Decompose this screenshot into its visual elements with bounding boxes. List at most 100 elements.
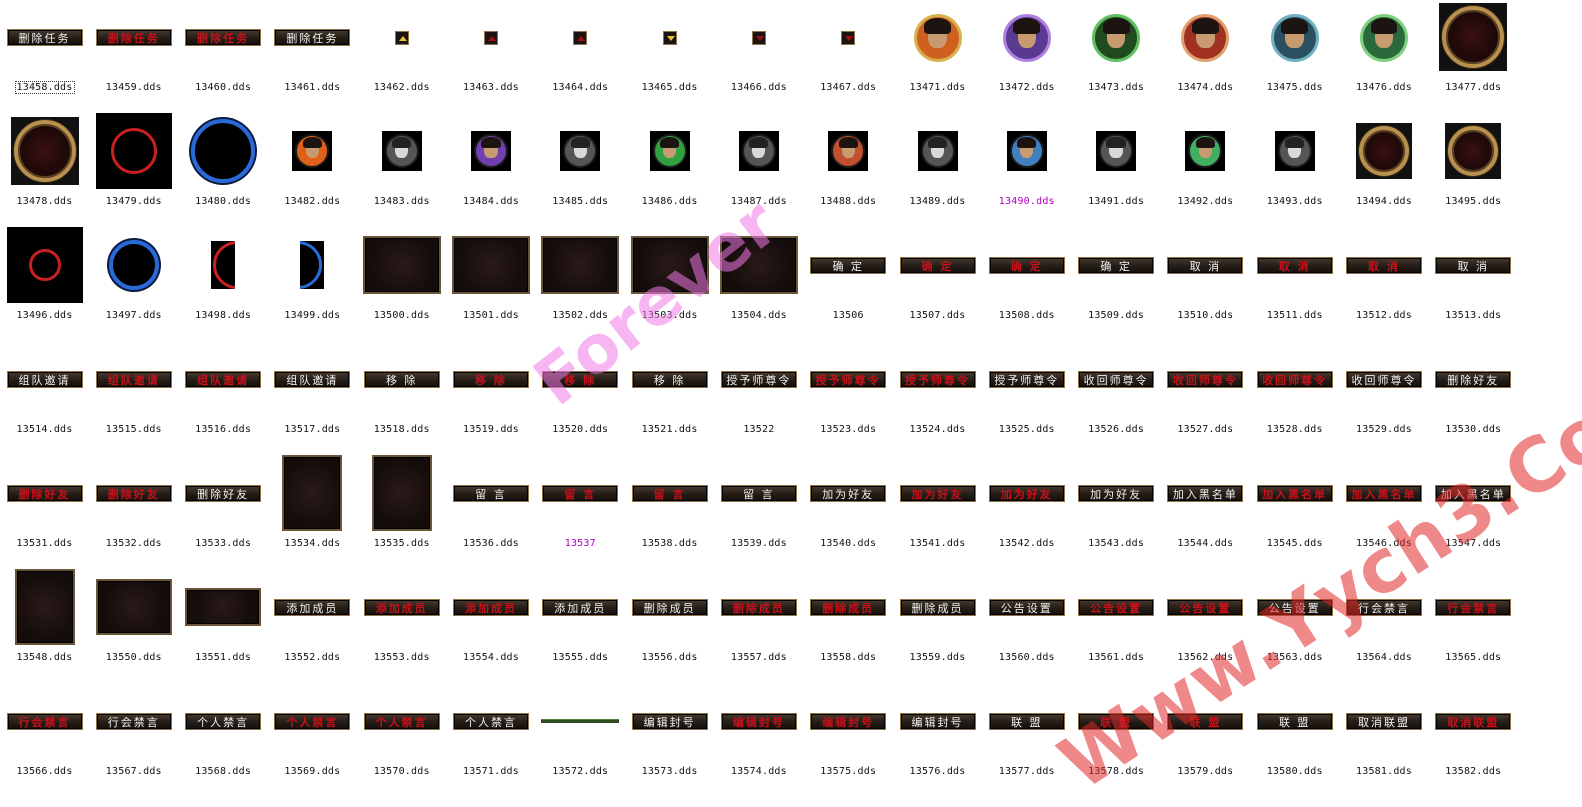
file-item[interactable]: 加为好友 13541.dds	[893, 456, 982, 570]
file-item[interactable]: 取消联盟 13581.dds	[1340, 684, 1429, 798]
file-thumbnail[interactable]	[1250, 114, 1339, 188]
file-item[interactable]: 授予师尊令 13525.dds	[982, 342, 1071, 456]
file-thumbnail[interactable]	[89, 113, 178, 189]
file-item[interactable]: 取 消 13512.dds	[1340, 228, 1429, 342]
file-item[interactable]: 行会禁言 13565.dds	[1429, 570, 1518, 684]
file-item[interactable]: 13494.dds	[1340, 114, 1429, 228]
file-item[interactable]: 编辑封号 13574.dds	[714, 684, 803, 798]
file-thumbnail[interactable]	[447, 114, 536, 188]
file-item[interactable]: 个人禁言 13570.dds	[357, 684, 446, 798]
file-item[interactable]: 编辑封号 13573.dds	[625, 684, 714, 798]
file-item[interactable]: 组队邀请 13514.dds	[0, 342, 89, 456]
file-item[interactable]: 13479.dds	[89, 113, 178, 228]
file-item[interactable]: 13572.dds	[536, 684, 625, 798]
file-thumbnail[interactable]	[893, 114, 982, 188]
file-item[interactable]: 删除成员 13556.dds	[625, 570, 714, 684]
file-item[interactable]: 13474.dds	[1161, 0, 1250, 114]
file-item[interactable]: 删除任务 13459.dds	[89, 0, 178, 114]
file-item[interactable]: 联 盟 13577.dds	[982, 684, 1071, 798]
file-item[interactable]: 联 盟 13579.dds	[1161, 684, 1250, 798]
file-item[interactable]: 13491.dds	[1072, 114, 1161, 228]
file-item[interactable]: 公告设置 13563.dds	[1250, 570, 1339, 684]
file-item[interactable]: 授予师尊令 13522	[714, 342, 803, 456]
file-item[interactable]: 加入黑名单 13545.dds	[1250, 456, 1339, 570]
file-item[interactable]: 行会禁言 13566.dds	[0, 684, 89, 798]
file-item[interactable]: 收回师尊令 13529.dds	[1340, 342, 1429, 456]
file-thumbnail[interactable]	[625, 114, 714, 188]
file-item[interactable]: 授予师尊令 13523.dds	[804, 342, 893, 456]
file-item[interactable]: 13488.dds	[804, 114, 893, 228]
file-item[interactable]: 编辑封号 13576.dds	[893, 684, 982, 798]
file-thumbnail[interactable]	[179, 114, 268, 188]
file-thumbnail[interactable]	[0, 227, 89, 303]
file-thumbnail[interactable]	[0, 569, 89, 645]
file-item[interactable]: 13495.dds	[1429, 114, 1518, 228]
file-item[interactable]: 删除好友 13531.dds	[0, 456, 89, 570]
file-thumbnail[interactable]	[179, 570, 268, 644]
file-item[interactable]: 取消联盟 13582.dds	[1429, 684, 1518, 798]
file-item[interactable]: 13486.dds	[625, 114, 714, 228]
file-thumbnail[interactable]	[982, 0, 1071, 88]
file-thumbnail[interactable]	[893, 0, 982, 88]
file-item[interactable]: 13534.dds	[268, 455, 357, 570]
file-thumbnail[interactable]	[714, 114, 803, 188]
file-item[interactable]: 移 除 13518.dds	[357, 342, 446, 456]
file-thumbnail[interactable]	[1429, 0, 1518, 74]
file-thumbnail[interactable]	[357, 455, 446, 531]
file-item[interactable]: 13484.dds	[447, 114, 536, 228]
file-thumbnail[interactable]	[536, 114, 625, 188]
file-item[interactable]: 13489.dds	[893, 114, 982, 228]
file-item[interactable]: 授予师尊令 13524.dds	[893, 342, 982, 456]
file-item[interactable]: 添加成员 13554.dds	[447, 570, 536, 684]
file-item[interactable]: 确 定 13509.dds	[1072, 228, 1161, 342]
file-item[interactable]: 13499.dds	[268, 228, 357, 342]
file-item[interactable]: 删除任务 13460.dds	[179, 0, 268, 114]
file-item[interactable]: 13501.dds	[447, 228, 536, 342]
file-item[interactable]: 公告设置 13560.dds	[982, 570, 1071, 684]
file-item[interactable]: 13492.dds	[1161, 114, 1250, 228]
file-thumbnail[interactable]	[982, 114, 1071, 188]
file-item[interactable]: 组队邀请 13517.dds	[268, 342, 357, 456]
file-item[interactable]: 13485.dds	[536, 114, 625, 228]
file-item[interactable]: 13477.dds	[1429, 0, 1518, 114]
file-item[interactable]: 删除成员 13557.dds	[714, 570, 803, 684]
file-item[interactable]: 确 定 13506	[804, 228, 893, 342]
file-item[interactable]: 联 盟 13578.dds	[1072, 684, 1161, 798]
file-thumbnail[interactable]	[804, 114, 893, 188]
file-item[interactable]: 收回师尊令 13526.dds	[1072, 342, 1161, 456]
file-thumbnail[interactable]	[1072, 114, 1161, 188]
file-item[interactable]: 加为好友 13540.dds	[804, 456, 893, 570]
file-thumbnail[interactable]	[536, 228, 625, 302]
file-thumbnail[interactable]	[357, 114, 446, 188]
file-item[interactable]: 联 盟 13580.dds	[1250, 684, 1339, 798]
file-item[interactable]: 13500.dds	[357, 228, 446, 342]
file-item[interactable]: 13502.dds	[536, 228, 625, 342]
file-item[interactable]: 留 言 13538.dds	[625, 456, 714, 570]
file-item[interactable]: 公告设置 13561.dds	[1072, 570, 1161, 684]
file-item[interactable]: 删除好友 13530.dds	[1429, 342, 1518, 456]
file-item[interactable]: 13496.dds	[0, 227, 89, 342]
file-item[interactable]: 留 言 13539.dds	[714, 456, 803, 570]
file-item[interactable]: 加入黑名单 13544.dds	[1161, 456, 1250, 570]
file-item[interactable]: 收回师尊令 13527.dds	[1161, 342, 1250, 456]
file-thumbnail[interactable]	[89, 228, 178, 302]
file-item[interactable]: 加为好友 13543.dds	[1072, 456, 1161, 570]
file-item[interactable]: 13482.dds	[268, 114, 357, 228]
file-item[interactable]: 删除成员 13558.dds	[804, 570, 893, 684]
file-thumbnail[interactable]	[357, 228, 446, 302]
file-item[interactable]: 13464.dds	[536, 0, 625, 114]
file-item[interactable]: 组队邀请 13515.dds	[89, 342, 178, 456]
file-item[interactable]: 13463.dds	[447, 0, 536, 114]
file-item[interactable]: 删除好友 13532.dds	[89, 456, 178, 570]
file-item[interactable]: 添加成员 13555.dds	[536, 570, 625, 684]
file-item[interactable]: 13535.dds	[357, 455, 446, 570]
file-item[interactable]: 取 消 13513.dds	[1429, 228, 1518, 342]
file-item[interactable]: 取 消 13510.dds	[1161, 228, 1250, 342]
file-item[interactable]: 13476.dds	[1340, 0, 1429, 114]
file-item[interactable]: 个人禁言 13569.dds	[268, 684, 357, 798]
file-item[interactable]: 确 定 13508.dds	[982, 228, 1071, 342]
file-item[interactable]: 13466.dds	[714, 0, 803, 114]
file-thumbnail[interactable]	[1250, 0, 1339, 88]
file-item[interactable]: 留 言 13536.dds	[447, 456, 536, 570]
file-item[interactable]: 13480.dds	[179, 114, 268, 228]
